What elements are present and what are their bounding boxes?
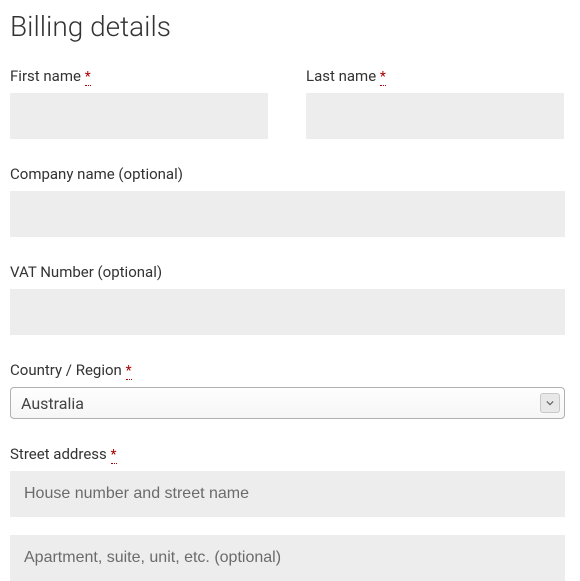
first-name-input[interactable] (10, 93, 268, 139)
country-select[interactable]: Australia (10, 387, 565, 419)
street-label: Street address * (10, 445, 565, 463)
last-name-label-text: Last name (306, 67, 376, 85)
chevron-down-icon (540, 393, 560, 413)
last-name-input[interactable] (306, 93, 564, 139)
country-label: Country / Region * (10, 361, 565, 379)
vat-input[interactable] (10, 289, 565, 335)
company-input[interactable] (10, 191, 565, 237)
vat-label: VAT Number (optional) (10, 263, 565, 281)
first-name-label-text: First name (10, 67, 81, 85)
billing-heading: Billing details (10, 10, 570, 43)
required-mark: * (85, 69, 91, 86)
country-label-text: Country / Region (10, 361, 122, 379)
required-mark: * (111, 447, 117, 464)
company-label: Company name (optional) (10, 165, 565, 183)
first-name-label: First name * (10, 67, 268, 85)
street-address-2-input[interactable] (10, 535, 565, 581)
street-address-1-input[interactable] (10, 471, 565, 517)
required-mark: * (126, 363, 132, 380)
required-mark: * (380, 69, 386, 86)
street-label-text: Street address (10, 445, 107, 463)
country-select-value: Australia (21, 394, 84, 413)
last-name-label: Last name * (306, 67, 564, 85)
